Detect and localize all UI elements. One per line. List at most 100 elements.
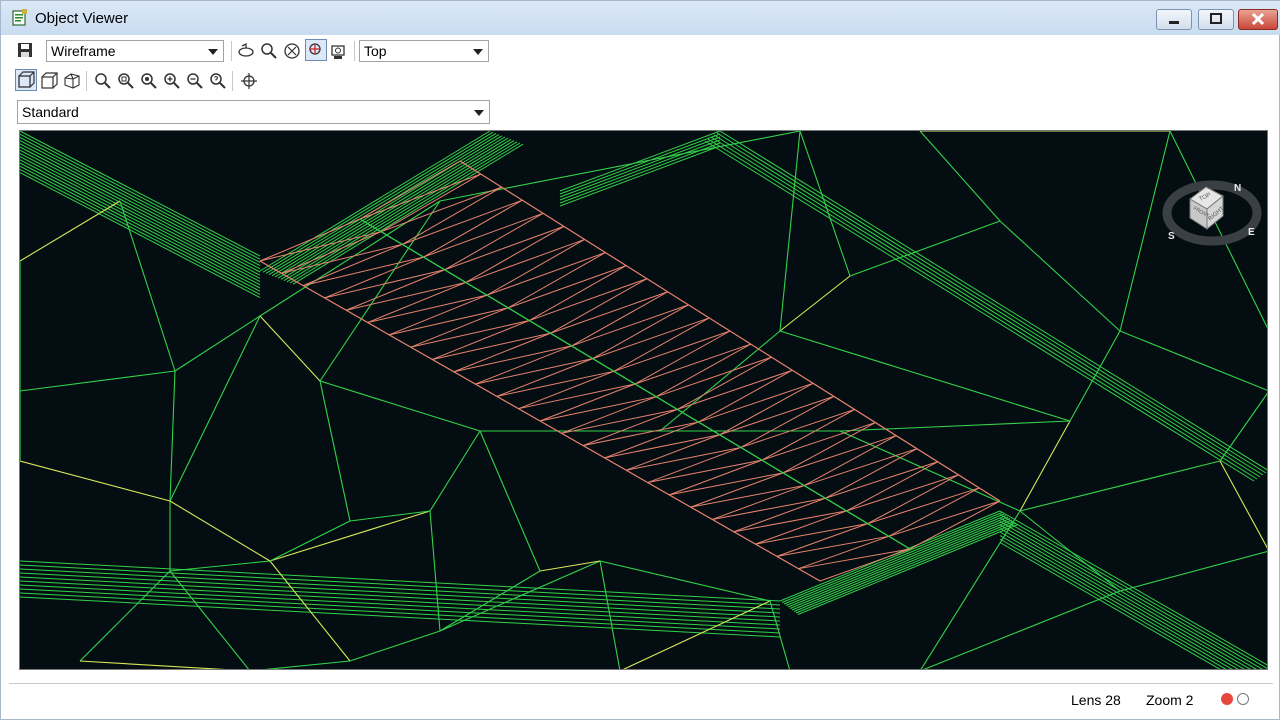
embankment-edge — [277, 137, 509, 279]
view-cube[interactable]: TOP RIGHT FRONT N E S — [1160, 163, 1268, 263]
embankment-edge — [20, 136, 261, 263]
view-cube-side-icon[interactable] — [39, 71, 59, 91]
corridor-edge — [669, 459, 763, 496]
view-cube-perspective-icon[interactable] — [62, 71, 82, 91]
terrain-edge — [429, 510, 441, 632]
corridor-edge — [465, 238, 585, 283]
corridor-edge — [465, 225, 565, 283]
corridor-edge — [324, 269, 445, 299]
embankment-edge — [559, 136, 721, 198]
corridor-edge — [625, 434, 720, 471]
camera-icon[interactable] — [329, 41, 349, 61]
terrain-edge — [169, 315, 261, 502]
terrain-edge — [1019, 420, 1071, 512]
zoom-all-icon[interactable] — [139, 71, 159, 91]
zoom-out-icon[interactable] — [185, 71, 205, 91]
corridor-edge — [755, 510, 847, 545]
crosshair-icon[interactable] — [239, 71, 259, 91]
close-button[interactable] — [1238, 9, 1278, 30]
zoom-realtime-icon[interactable] — [93, 71, 113, 91]
toolbar-separator — [354, 41, 355, 61]
terrain-edge — [479, 430, 541, 572]
corridor-edge — [486, 239, 585, 296]
corridor-edge — [539, 383, 636, 422]
embankment-edge — [999, 524, 1251, 669]
embankment-edge — [791, 519, 1013, 611]
corridor-edge — [423, 199, 523, 258]
zoom-icon[interactable] — [259, 41, 279, 61]
chevron-down-icon — [474, 110, 484, 116]
toolbar-separator — [232, 71, 233, 91]
view-direction-dropdown[interactable]: Top — [359, 40, 489, 62]
corridor-edge — [782, 422, 876, 474]
terrain-edge — [923, 590, 1121, 669]
embankment-edge — [283, 140, 515, 282]
corridor-edge — [804, 448, 918, 487]
corridor-edge — [550, 291, 668, 334]
embankment-edge — [20, 162, 261, 289]
corridor-edge — [712, 485, 805, 520]
terrain-edge — [999, 220, 1121, 332]
embankment-edge — [265, 132, 497, 274]
centerline-edge — [359, 218, 911, 550]
corridor-edge — [507, 265, 627, 309]
embankment-edge — [20, 159, 261, 286]
terrain-edge — [599, 560, 771, 602]
corridor-edge — [389, 307, 509, 336]
corridor-edge — [669, 472, 784, 496]
terrain-edge — [20, 460, 171, 502]
preset-dropdown[interactable]: Standard — [17, 100, 490, 124]
corridor-edge — [346, 281, 466, 311]
terrain-edge — [169, 500, 271, 562]
embankment-edge — [795, 522, 1017, 614]
terrain-edge — [349, 630, 441, 662]
zoom-extents-icon[interactable] — [282, 41, 302, 61]
visual-style-value: Wireframe — [51, 43, 116, 59]
terrain-edge — [79, 660, 226, 669]
restore-icon — [1210, 13, 1222, 24]
corridor-edge — [444, 212, 544, 271]
corridor-edge — [740, 395, 835, 448]
embankment-edge — [559, 133, 721, 195]
terrain-edge — [269, 520, 351, 562]
save-icon[interactable] — [15, 40, 35, 60]
pan-icon[interactable] — [305, 39, 327, 61]
zoom-previous-icon[interactable] — [208, 71, 228, 91]
corridor-edge — [432, 320, 530, 360]
view-cube-front-icon[interactable] — [15, 69, 37, 91]
terrain-edge — [1119, 550, 1267, 592]
corridor-edge — [453, 345, 572, 373]
corridor-edge — [733, 497, 826, 533]
toolbar-row-2 — [9, 67, 493, 95]
wireframe-mesh — [20, 131, 1267, 669]
corridor-edge — [626, 446, 741, 471]
corridor-edge — [740, 408, 855, 448]
toolbar-area: Wireframe Top Standard — [9, 35, 493, 127]
embankment-edge — [20, 149, 261, 276]
minimize-button[interactable] — [1156, 9, 1192, 30]
corridor-edge — [719, 382, 814, 436]
corridor-edge — [776, 535, 889, 557]
embankment-edge — [20, 143, 261, 270]
corridor-edge — [761, 409, 855, 461]
restore-button[interactable] — [1198, 9, 1234, 30]
terrain-edge — [1069, 330, 1121, 422]
3d-viewport[interactable]: TOP RIGHT FRONT N E S — [19, 130, 1268, 670]
corridor-edge — [825, 461, 938, 499]
window-title: Object Viewer — [35, 10, 129, 27]
terrain-edge — [1219, 392, 1267, 462]
orbit-icon[interactable] — [236, 41, 256, 61]
corridor-edge — [410, 307, 509, 348]
zoom-window-icon[interactable] — [116, 71, 136, 91]
corridor-edge — [733, 510, 847, 533]
corridor-edge — [582, 408, 678, 447]
status-indicator-white — [1237, 693, 1249, 705]
visual-style-dropdown[interactable]: Wireframe — [46, 40, 224, 62]
compass-east-label: E — [1248, 227, 1255, 238]
corridor-edge — [690, 485, 805, 508]
terrain-edge — [779, 275, 851, 332]
corridor-edge — [423, 212, 544, 258]
embankment-edge — [20, 576, 781, 618]
zoom-in-icon[interactable] — [162, 71, 182, 91]
corridor-edge — [475, 358, 593, 385]
